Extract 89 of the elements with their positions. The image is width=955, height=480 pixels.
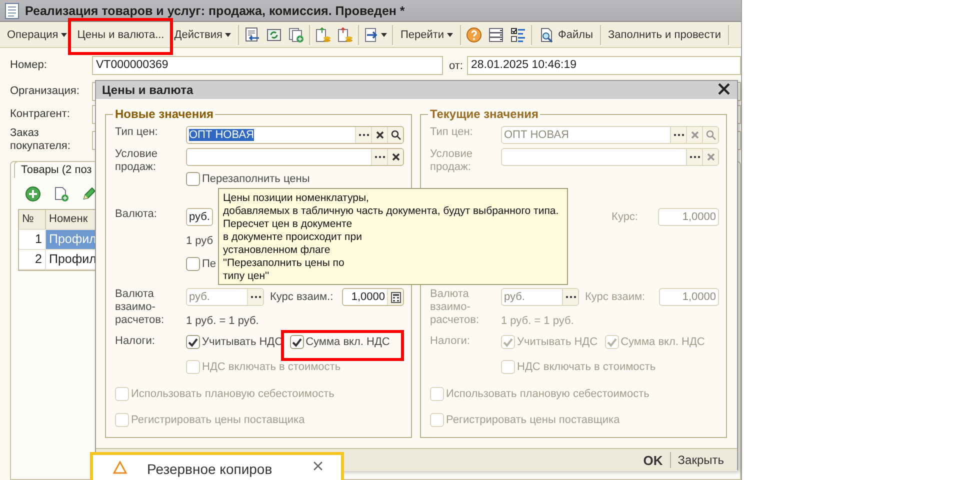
copy-add-icon <box>288 26 304 42</box>
field-label: Номер: <box>10 59 48 72</box>
refresh-icon <box>266 26 282 42</box>
checkbox-label: Сумма вкл. НДС <box>620 335 705 349</box>
field-label: Налоги: <box>430 335 471 348</box>
checkbox-label: Использовать плановую себестоимость <box>446 387 650 401</box>
notification-text: Резервное копиров <box>147 461 274 477</box>
checkbox[interactable] <box>186 172 200 186</box>
checkbox-label: Использовать плановую себестоимость <box>131 387 334 401</box>
caret-icon <box>225 32 232 36</box>
checkbox[interactable] <box>186 257 200 271</box>
group-title: Новые значения <box>114 107 214 121</box>
column-header: № <box>19 210 46 229</box>
exchange-ratio: 1 руб. = 1 руб. <box>186 314 259 328</box>
ellipsis-icon <box>566 296 576 298</box>
toolbar-button[interactable]: Действия <box>169 24 236 46</box>
close-icon <box>313 461 323 471</box>
caret-icon <box>381 32 388 36</box>
checkbox-label: НДС включать в стоимость <box>202 360 341 374</box>
checkbox-label: Перезаполнить цены <box>202 172 310 186</box>
table-list-icon <box>488 26 504 42</box>
field-label: Налоги: <box>115 335 156 348</box>
checklist-icon <box>510 26 526 42</box>
checkbox-label: НДС включать в стоимость <box>517 360 656 374</box>
window-title: Реализация товаров и услуг: продажа, комиссия. Проведен * <box>25 4 405 18</box>
document-add-icon <box>53 186 69 202</box>
toolbar-button[interactable]: Перейти <box>395 24 458 46</box>
pencil-icon <box>81 186 97 202</box>
ok-button[interactable]: OK <box>636 450 670 470</box>
calculator-icon <box>390 292 400 302</box>
checkbox-label: Сумма вкл. НДС <box>306 335 390 349</box>
field-label: Тип цен: <box>115 126 159 139</box>
checkbox-label: Пе <box>202 257 216 271</box>
checkbox[interactable] <box>290 335 304 349</box>
search-icon <box>706 130 716 140</box>
caret-icon <box>61 32 68 36</box>
close-dialog-button[interactable]: Закрыть <box>670 450 731 470</box>
help-icon <box>466 26 482 42</box>
sale-condition-field[interactable] <box>186 148 404 166</box>
close-icon <box>718 83 730 95</box>
field-label: Условие продаж: <box>115 148 159 174</box>
dialog-title: Цены и валюта <box>102 83 194 97</box>
field-label: Курс взаим.: <box>270 290 334 304</box>
toolbar-button[interactable]: Операция <box>2 24 72 46</box>
ellipsis-icon <box>358 134 368 136</box>
clear-icon <box>690 131 698 139</box>
document-coins-up-icon <box>315 26 332 42</box>
tooltip: Цены позиции номенклатуры, добавляемых в табличную часть документа, будут выбранного типа. Пересчет цен в документе в документе происходит при установленном флаге ''Перезаполнить цены по типу цен'' <box>218 188 568 285</box>
field-label: Тип цен: <box>430 126 474 139</box>
field-label: от: <box>449 60 463 72</box>
ellipsis-icon <box>374 156 384 158</box>
clear-icon <box>706 153 714 161</box>
field-label: Валюта взаимо-расчетов: <box>430 288 480 327</box>
field-label: Валюта: <box>115 208 158 221</box>
checkbox-label: Регистрировать цены поставщика <box>131 413 305 427</box>
field-label: Условие продаж: <box>430 148 474 174</box>
caret-icon <box>447 32 454 36</box>
field-label: Валюта взаимо-расчетов: <box>115 288 166 327</box>
document-coins-down-icon <box>337 26 354 42</box>
number-field[interactable]: VT000000369 <box>92 56 443 75</box>
file-search-icon <box>539 26 556 42</box>
warning-icon <box>113 461 127 474</box>
toolbar-button[interactable]: Файлы <box>534 24 598 46</box>
checkbox-label: Учитывать НДС <box>202 335 283 349</box>
search-icon <box>390 130 400 140</box>
toolbar-button[interactable]: Заполнить и провести <box>603 24 726 46</box>
field-label: Контрагент: <box>10 108 71 121</box>
close-button[interactable] <box>718 83 732 97</box>
exchange-ratio: 1 руб. = 1 руб. <box>501 314 574 328</box>
clear-icon <box>376 131 384 139</box>
checkbox-label: Учитывать НДС <box>517 335 598 349</box>
toolbar-button[interactable]: Цены и валюта... <box>72 24 170 46</box>
currency-field[interactable]: руб. <box>186 208 213 226</box>
ellipsis-icon <box>690 156 700 158</box>
field-label: Организация: <box>10 85 80 98</box>
add-circle-icon <box>25 186 41 202</box>
group-title: Текущие значения <box>429 107 540 121</box>
checkbox-label: Регистрировать цены поставщика <box>446 413 620 427</box>
clear-icon <box>392 153 400 161</box>
ellipsis-icon <box>250 296 260 298</box>
ellipsis-icon <box>674 134 684 136</box>
date-field[interactable]: 28.01.2025 10:46:19 <box>466 56 741 75</box>
checkbox[interactable] <box>186 335 200 349</box>
document-icon <box>5 2 19 18</box>
exchange-ratio: 1 руб <box>186 234 214 248</box>
field-label: Курс взаим: <box>585 290 646 304</box>
price-type-field[interactable]: ОПТ НОВАЯ <box>186 126 404 144</box>
field-label: Заказ покупателя: <box>10 127 72 153</box>
field-label: Курс: <box>612 210 638 224</box>
